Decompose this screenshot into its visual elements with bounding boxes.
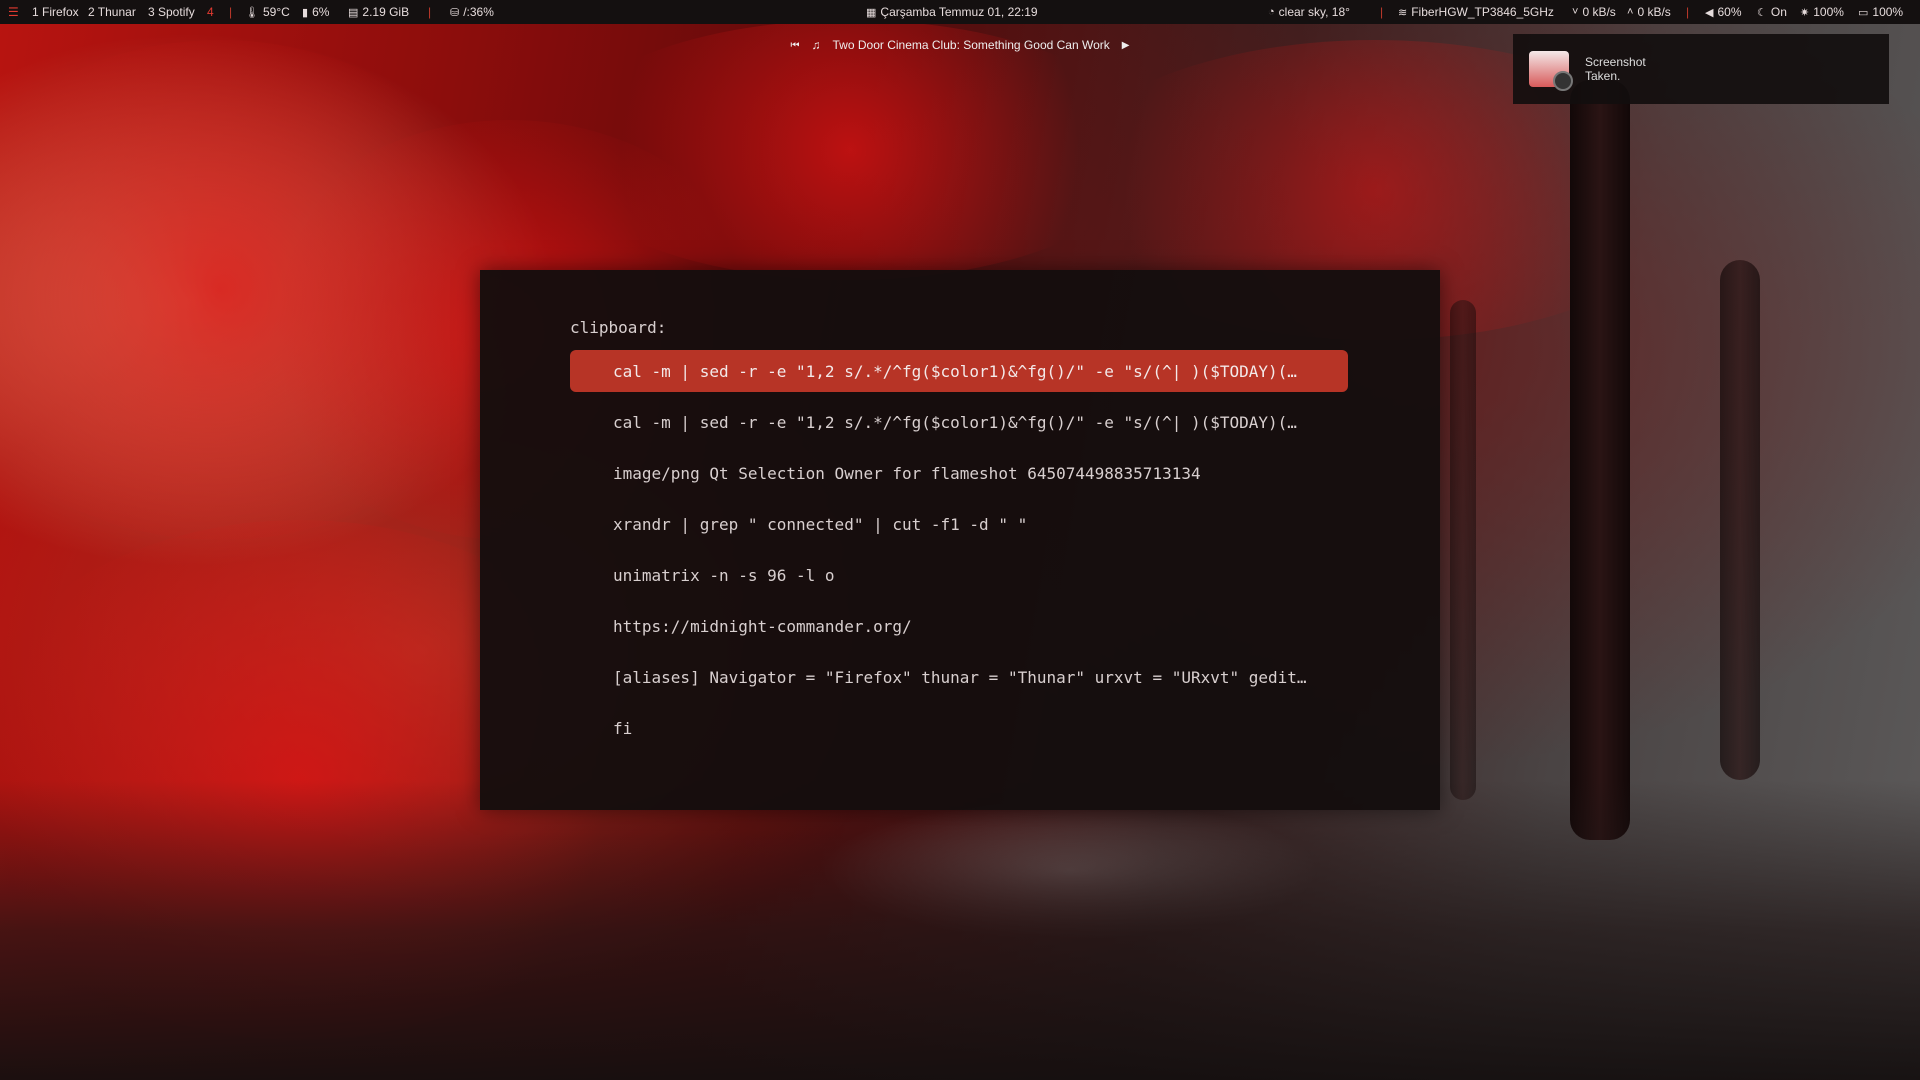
net-down-indicator: ˅ 0 kB/s	[1572, 0, 1616, 24]
wifi-ssid: FiberHGW_TP3846_5GHz	[1411, 5, 1554, 19]
cpu-value: 6%	[312, 5, 330, 19]
disk-value: /:36%	[463, 5, 494, 19]
clipboard-menu: clipboard: cal -m | sed -r -e "1,2 s/.*/…	[480, 270, 1440, 810]
calendar-icon: ▦	[866, 6, 877, 19]
memory-icon: ▤	[348, 6, 359, 19]
top-bar: ☰ 1 Firefox 2 Thunar 3 Spotify 4 | 🌡 59°…	[0, 0, 1920, 24]
arrow-down-icon: ˅	[1572, 6, 1579, 18]
sun-icon: ✷	[1800, 6, 1810, 19]
temperature-indicator: 🌡 59°C	[245, 0, 290, 24]
memory-indicator: ▤ 2.19 GiB	[348, 0, 409, 24]
brightness-value: 100%	[1813, 5, 1844, 19]
crescent-moon-icon: ☾	[1757, 6, 1767, 19]
previous-track-icon[interactable]: ⏮	[791, 40, 800, 51]
workspace-3[interactable]: 3 Spotify	[148, 0, 195, 24]
volume-indicator[interactable]: ◀ 60%	[1705, 0, 1742, 24]
clipboard-item[interactable]: cal -m | sed -r -e "1,2 s/.*/^fg($color1…	[570, 401, 1348, 443]
track-title: Two Door Cinema Club: Something Good Can…	[832, 38, 1110, 52]
battery-indicator: ▭ 100%	[1858, 0, 1903, 24]
datetime-value: Çarşamba Temmuz 01, 22:19	[880, 5, 1038, 19]
arrow-up-icon: ˄	[1627, 6, 1634, 18]
disk-indicator: ⛁ /:36%	[450, 0, 494, 24]
cpu-indicator: ▮ 6%	[302, 0, 329, 24]
notification[interactable]: Screenshot Taken.	[1513, 34, 1889, 104]
speaker-icon: ◀	[1705, 6, 1714, 19]
clock[interactable]: ▦ Çarşamba Temmuz 01, 22:19	[866, 0, 1038, 24]
net-up-value: 0 kB/s	[1637, 5, 1671, 19]
notification-title: Screenshot	[1585, 55, 1646, 69]
workspace-1[interactable]: 1 Firefox	[32, 0, 79, 24]
workspace-4[interactable]: 4	[207, 0, 214, 24]
clipboard-prompt: clipboard:	[570, 318, 667, 337]
clipboard-list: cal -m | sed -r -e "1,2 s/.*/^fg($color1…	[570, 350, 1348, 758]
wifi-indicator[interactable]: ≋ FiberHGW_TP3846_5GHz	[1398, 0, 1554, 24]
thermometer-icon: 🌡	[245, 6, 259, 19]
menu-icon[interactable]: ☰	[8, 0, 19, 24]
night-mode-indicator[interactable]: ☾ On	[1757, 0, 1787, 24]
disk-icon: ⛁	[450, 6, 460, 19]
volume-value: 60%	[1717, 5, 1742, 19]
clipboard-item[interactable]: cal -m | sed -r -e "1,2 s/.*/^fg($color1…	[570, 350, 1348, 392]
net-down-value: 0 kB/s	[1582, 5, 1616, 19]
separator: |	[1686, 5, 1690, 19]
clipboard-item[interactable]: [aliases] Navigator = "Firefox" thunar =…	[570, 656, 1348, 698]
screenshot-icon	[1529, 51, 1573, 91]
moon-icon: ◔	[1268, 6, 1275, 18]
separator: |	[1380, 5, 1384, 19]
music-note-icon: ♫	[811, 38, 821, 52]
separator: |	[428, 5, 432, 19]
net-up-indicator: ˄ 0 kB/s	[1627, 0, 1671, 24]
clipboard-item[interactable]: https://midnight-commander.org/	[570, 605, 1348, 647]
next-track-icon[interactable]: ▶	[1122, 40, 1130, 51]
battery-value: 100%	[1872, 5, 1904, 19]
clipboard-item[interactable]: image/png Qt Selection Owner for flamesh…	[570, 452, 1348, 494]
temperature-value: 59°C	[262, 5, 290, 19]
brightness-indicator[interactable]: ✷ 100%	[1800, 0, 1844, 24]
notification-body: Taken.	[1585, 69, 1621, 83]
workspace-2[interactable]: 2 Thunar	[88, 0, 136, 24]
cpu-icon: ▮	[302, 6, 309, 19]
clipboard-item[interactable]: fi	[570, 707, 1348, 749]
media-player: ⏮ ♫ Two Door Cinema Club: Something Good…	[768, 34, 1152, 56]
memory-value: 2.19 GiB	[362, 5, 410, 19]
battery-icon: ▭	[1858, 6, 1869, 19]
night-mode-value: On	[1770, 5, 1787, 19]
separator: |	[229, 5, 233, 19]
weather-value: clear sky, 18°	[1278, 5, 1350, 19]
weather-indicator: ◔ clear sky, 18°	[1268, 0, 1350, 24]
clipboard-item[interactable]: xrandr | grep " connected" | cut -f1 -d …	[570, 503, 1348, 545]
wifi-icon: ≋	[1398, 6, 1408, 19]
notification-text: Screenshot Taken.	[1585, 55, 1646, 83]
clipboard-item[interactable]: unimatrix -n -s 96 -l o	[570, 554, 1348, 596]
